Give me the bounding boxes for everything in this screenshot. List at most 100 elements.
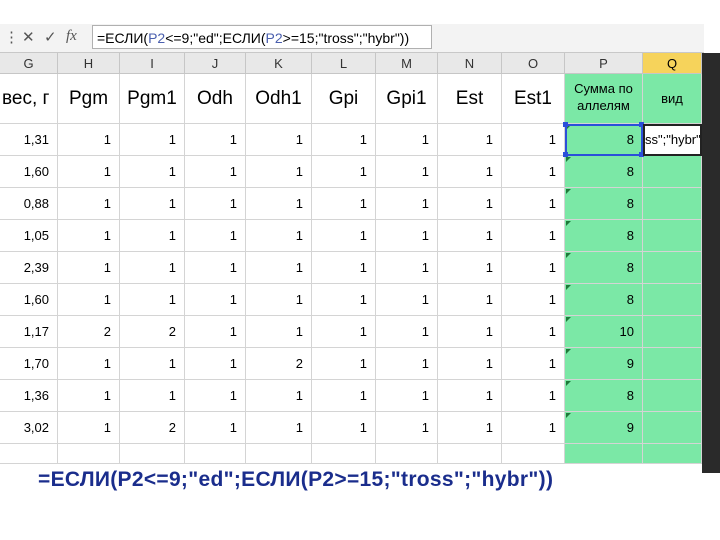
data-cell-empty[interactable]	[643, 156, 702, 188]
data-cell-empty[interactable]	[643, 220, 702, 252]
header-cell-1[interactable]: Pgm	[58, 74, 120, 124]
data-cell[interactable]: 1	[58, 284, 120, 316]
data-cell[interactable]: 1	[376, 284, 438, 316]
data-cell[interactable]: 2,39	[0, 252, 58, 284]
data-cell[interactable]: 1	[120, 284, 185, 316]
data-cell[interactable]: 2	[58, 316, 120, 348]
data-cell[interactable]: 8	[565, 252, 643, 284]
column-header-n[interactable]: N	[438, 53, 502, 74]
data-cell[interactable]: 1	[376, 348, 438, 380]
data-cell[interactable]: 1,05	[0, 220, 58, 252]
data-cell[interactable]: 1	[312, 316, 376, 348]
data-cell[interactable]: 1	[502, 252, 565, 284]
data-cell[interactable]: 1	[246, 220, 312, 252]
data-cell[interactable]: 1	[438, 316, 502, 348]
header-cell-2[interactable]: Pgm1	[120, 74, 185, 124]
data-cell[interactable]: 1	[438, 348, 502, 380]
data-cell[interactable]: 1,17	[0, 316, 58, 348]
data-cell[interactable]: 1	[376, 412, 438, 444]
x-icon[interactable]: ✕	[22, 28, 35, 46]
data-cell[interactable]: 1	[120, 252, 185, 284]
data-cell[interactable]: 1	[120, 348, 185, 380]
data-cell[interactable]: 1,31	[0, 124, 58, 156]
dropdown-arrow-icon[interactable]: ⋮	[4, 28, 19, 46]
data-cell[interactable]: 1	[246, 380, 312, 412]
data-cell[interactable]: 1	[502, 380, 565, 412]
header-cell-9[interactable]: Сумма по аллелям	[565, 74, 643, 124]
fx-icon[interactable]: fx	[66, 28, 77, 45]
data-cell[interactable]: 1	[120, 380, 185, 412]
data-cell[interactable]: 1	[438, 252, 502, 284]
selection-handle-icon[interactable]	[563, 152, 568, 157]
data-cell[interactable]: 1	[185, 124, 246, 156]
data-cell[interactable]: 1	[185, 348, 246, 380]
column-header-k[interactable]: K	[246, 53, 312, 74]
data-cell[interactable]: 1	[502, 348, 565, 380]
data-cell[interactable]: 1	[120, 124, 185, 156]
check-icon[interactable]: ✓	[44, 28, 57, 46]
header-cell-5[interactable]: Gpi	[312, 74, 376, 124]
data-cell[interactable]: 2	[120, 316, 185, 348]
data-cell[interactable]: 1	[246, 412, 312, 444]
data-cell[interactable]: 8	[565, 156, 643, 188]
data-cell[interactable]: 1	[438, 284, 502, 316]
data-cell[interactable]: 1	[312, 348, 376, 380]
data-cell[interactable]: 1	[246, 156, 312, 188]
data-cell[interactable]: 1	[185, 252, 246, 284]
data-cell[interactable]: 2	[246, 348, 312, 380]
data-cell[interactable]: 1	[438, 220, 502, 252]
data-cell[interactable]: 1	[312, 412, 376, 444]
data-cell[interactable]: 9	[565, 412, 643, 444]
header-cell-8[interactable]: Est1	[502, 74, 565, 124]
data-cell[interactable]: 1	[58, 124, 120, 156]
data-cell[interactable]: 1	[376, 380, 438, 412]
column-header-h[interactable]: H	[58, 53, 120, 74]
column-header-i[interactable]: I	[120, 53, 185, 74]
data-cell[interactable]: 1	[185, 220, 246, 252]
data-cell[interactable]: 1	[312, 188, 376, 220]
data-cell[interactable]: 1	[438, 380, 502, 412]
column-header-g[interactable]: G	[0, 53, 58, 74]
data-cell[interactable]: 1	[58, 252, 120, 284]
header-cell-7[interactable]: Est	[438, 74, 502, 124]
data-cell[interactable]: 1	[58, 412, 120, 444]
column-header-o[interactable]: O	[502, 53, 565, 74]
data-cell[interactable]: 1	[502, 412, 565, 444]
data-cell-empty[interactable]	[643, 252, 702, 284]
column-header-l[interactable]: L	[312, 53, 376, 74]
data-cell[interactable]: 1	[120, 188, 185, 220]
data-cell[interactable]: 1	[312, 252, 376, 284]
data-cell-empty[interactable]	[643, 380, 702, 412]
data-cell-empty[interactable]	[643, 188, 702, 220]
data-cell[interactable]: 1	[185, 156, 246, 188]
data-cell[interactable]: 8	[565, 220, 643, 252]
data-cell[interactable]: 1,60	[0, 284, 58, 316]
data-cell[interactable]: 1	[246, 284, 312, 316]
data-cell[interactable]: 1,36	[0, 380, 58, 412]
data-cell[interactable]: 1	[312, 124, 376, 156]
header-cell-3[interactable]: Odh	[185, 74, 246, 124]
data-cell[interactable]: 1	[246, 316, 312, 348]
data-cell[interactable]: 1	[58, 348, 120, 380]
data-cell[interactable]: 1	[502, 156, 565, 188]
column-header-m[interactable]: M	[376, 53, 438, 74]
column-header-p[interactable]: P	[565, 53, 643, 74]
data-cell[interactable]: 1	[376, 156, 438, 188]
data-cell[interactable]: 1	[376, 124, 438, 156]
data-cell[interactable]: 1	[185, 316, 246, 348]
header-cell-6[interactable]: Gpi1	[376, 74, 438, 124]
header-cell-10[interactable]: вид	[643, 74, 702, 124]
data-cell[interactable]: 1	[312, 284, 376, 316]
data-cell[interactable]: 1	[312, 156, 376, 188]
data-cell[interactable]: 1	[120, 156, 185, 188]
data-cell-empty[interactable]	[643, 412, 702, 444]
formula-input[interactable]: =ЕСЛИ(P2<=9;"ed";ЕСЛИ(P2>=15;"tross";"hy…	[92, 25, 432, 49]
data-cell-empty[interactable]	[643, 348, 702, 380]
data-cell-empty[interactable]	[643, 284, 702, 316]
header-cell-4[interactable]: Odh1	[246, 74, 312, 124]
data-cell[interactable]: 1	[185, 284, 246, 316]
data-cell[interactable]: 10	[565, 316, 643, 348]
data-cell[interactable]: 1	[185, 380, 246, 412]
data-cell[interactable]: 1	[376, 252, 438, 284]
data-cell[interactable]: 2	[120, 412, 185, 444]
